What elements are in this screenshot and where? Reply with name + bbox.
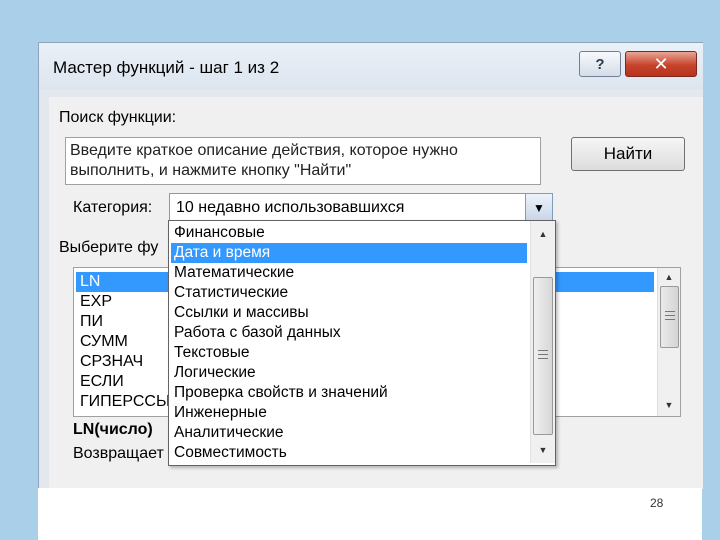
dropdown-option[interactable]: Инженерные	[171, 403, 527, 423]
dropdown-option[interactable]: Работа с базой данных	[171, 323, 527, 343]
dropdown-option[interactable]: Ссылки и массивы	[171, 303, 527, 323]
scroll-up-icon[interactable]: ▲	[658, 272, 680, 282]
dropdown-option[interactable]: Логические	[171, 363, 527, 383]
dropdown-option[interactable]: Совместимость	[171, 443, 527, 463]
list-item[interactable]: ЕСЛИ	[80, 372, 124, 392]
list-item[interactable]: СУММ	[80, 332, 128, 352]
scrollbar-thumb[interactable]	[533, 277, 553, 435]
question-icon: ?	[595, 55, 605, 73]
dropdown-option[interactable]: Проверка свойств и значений	[171, 383, 527, 403]
scroll-up-icon[interactable]: ▲	[531, 229, 555, 239]
slide-footer	[38, 488, 702, 540]
category-dropdown-list[interactable]: Финансовые Дата и время Математические С…	[168, 220, 556, 466]
list-item[interactable]: ГИПЕРССЫЛ	[80, 392, 181, 412]
search-input[interactable]: Введите краткое описание действия, котор…	[65, 137, 541, 185]
function-list-label: Выберите фу	[59, 239, 159, 256]
category-label: Категория:	[73, 199, 153, 216]
dropdown-option[interactable]: Статистические	[171, 283, 527, 303]
dropdown-option[interactable]: Текстовые	[171, 343, 527, 363]
category-selected-value: 10 недавно использовавшихся	[176, 199, 405, 216]
title-bar: Мастер функций - шаг 1 из 2 ? ✕	[39, 43, 703, 89]
scroll-down-icon[interactable]: ▼	[531, 445, 555, 455]
dropdown-option[interactable]: Математические	[171, 263, 527, 283]
scrollbar-thumb[interactable]	[660, 286, 679, 348]
list-item[interactable]: EXP	[80, 292, 112, 312]
list-item[interactable]: СРЗНАЧ	[80, 352, 143, 372]
page-number: 28	[650, 496, 664, 510]
dropdown-option[interactable]: Аналитические	[171, 423, 527, 443]
chevron-down-icon: ▼	[533, 201, 545, 215]
slide-background: Мастер функций - шаг 1 из 2 ? ✕ Поиск фу…	[0, 0, 720, 540]
function-list-scrollbar[interactable]: ▲ ▼	[657, 268, 680, 416]
close-button[interactable]: ✕	[625, 51, 697, 77]
close-icon: ✕	[653, 53, 669, 74]
scroll-down-icon[interactable]: ▼	[658, 400, 680, 410]
window-title: Мастер функций - шаг 1 из 2	[53, 58, 280, 77]
dropdown-option[interactable]: Дата и время	[171, 243, 527, 263]
dropdown-scrollbar[interactable]: ▲ ▼	[530, 221, 555, 463]
list-item[interactable]: ПИ	[80, 312, 103, 332]
find-button[interactable]: Найти	[571, 137, 685, 171]
function-description: Возвращает	[73, 445, 164, 462]
category-select[interactable]: 10 недавно использовавшихся ▼	[169, 193, 553, 223]
search-label: Поиск функции:	[59, 109, 177, 126]
function-signature: LN(число)	[73, 421, 153, 438]
dropdown-option[interactable]: Финансовые	[171, 223, 527, 243]
category-dropdown-button[interactable]: ▼	[525, 194, 552, 222]
help-button[interactable]: ?	[579, 51, 621, 77]
